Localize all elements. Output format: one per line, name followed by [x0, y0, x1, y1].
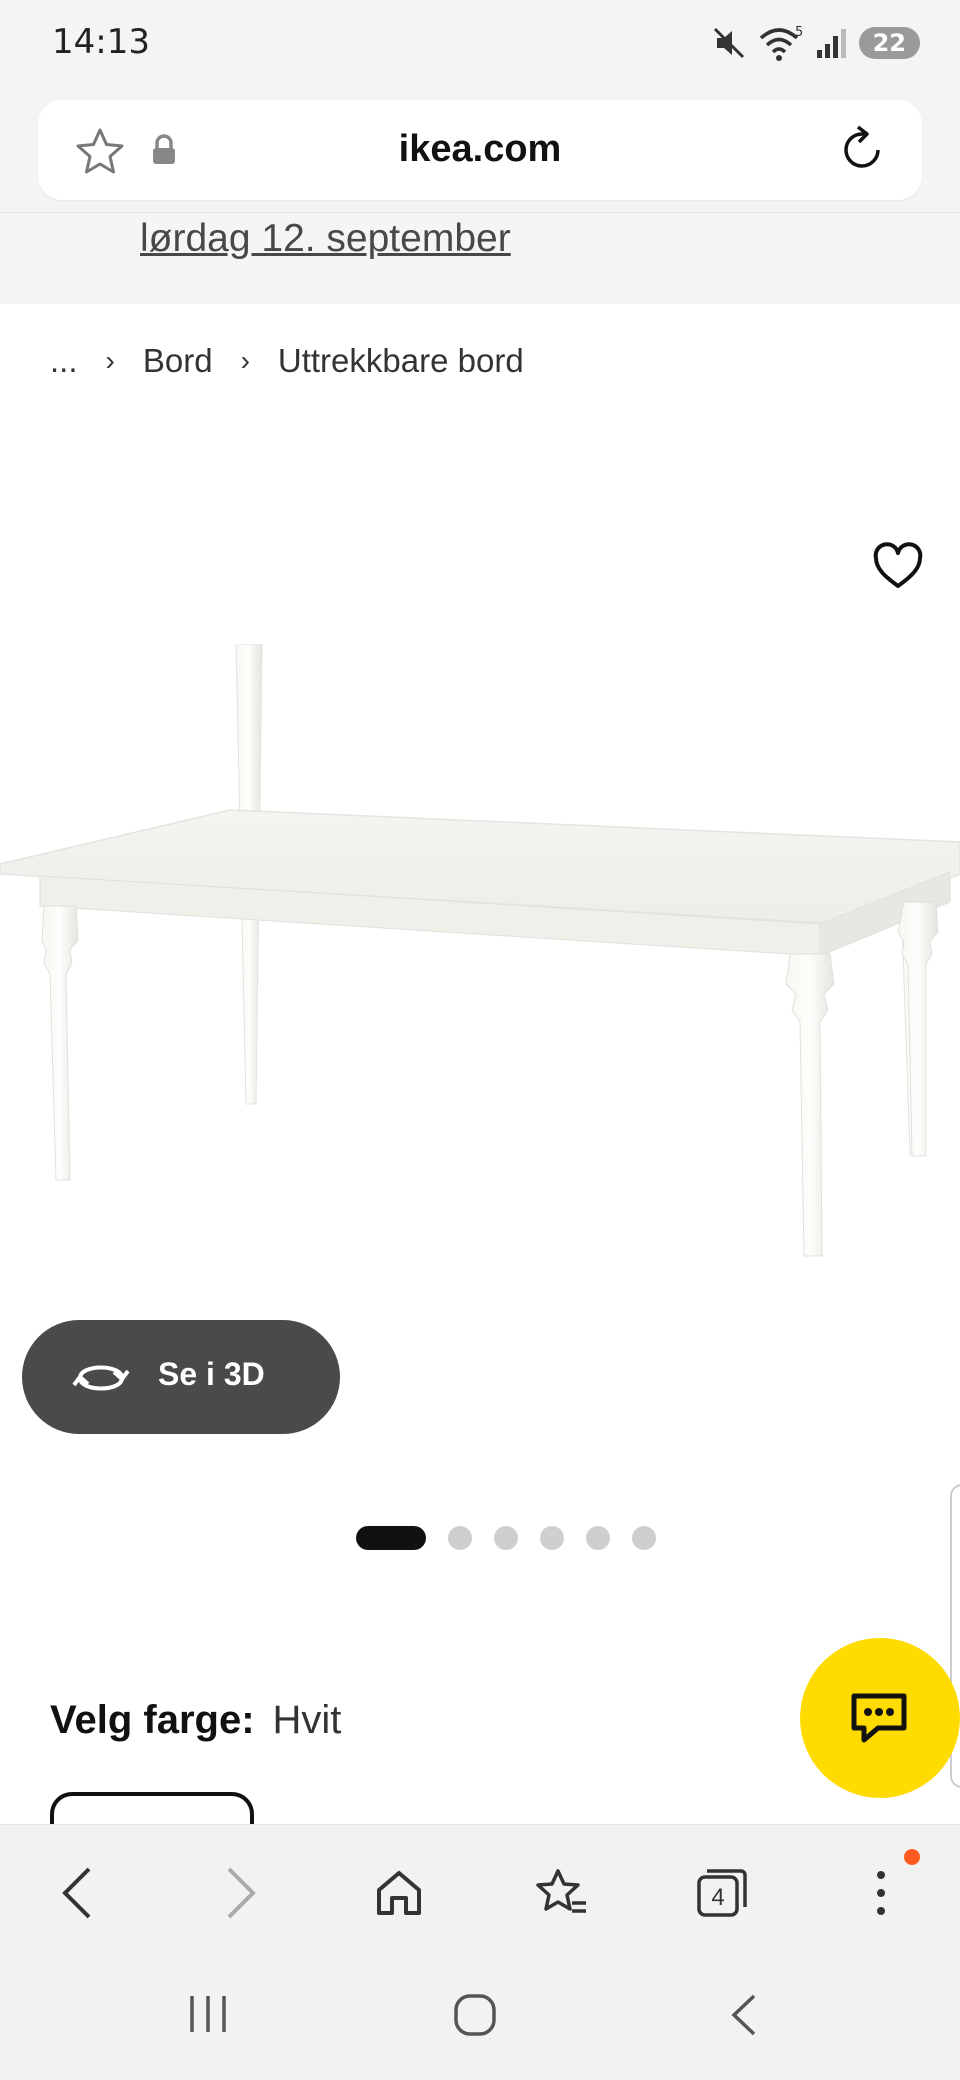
- tabs-count: 4: [711, 1884, 724, 1911]
- carousel-dot-active[interactable]: [356, 1526, 426, 1550]
- tabs-icon: 4: [697, 1869, 747, 1917]
- tabs-button[interactable]: 4: [686, 1863, 756, 1923]
- chat-icon: [851, 1693, 907, 1743]
- more-menu-button[interactable]: [846, 1863, 916, 1923]
- view-3d-label: Se i 3D: [158, 1356, 265, 1392]
- network-type: 5: [795, 25, 803, 40]
- heart-icon[interactable]: [872, 542, 924, 590]
- color-label: Velg farge:: [50, 1698, 255, 1742]
- product-image[interactable]: [0, 644, 960, 1284]
- reload-icon[interactable]: [834, 122, 890, 178]
- rotate-3d-icon: [72, 1365, 130, 1391]
- chevron-right-icon: ›: [105, 345, 115, 376]
- status-bar: 14:13 5 22: [0, 0, 960, 92]
- delivery-date-link[interactable]: lørdag 12. september: [140, 217, 511, 261]
- back-button[interactable]: [42, 1863, 112, 1923]
- forward-button[interactable]: [206, 1863, 276, 1923]
- bookmarks-button[interactable]: [526, 1863, 596, 1923]
- home-button[interactable]: [364, 1863, 434, 1923]
- system-navigation-bar: [0, 1956, 960, 2080]
- carousel-dot[interactable]: [632, 1526, 656, 1550]
- recent-apps-icon[interactable]: [186, 1992, 230, 2036]
- url-bar[interactable]: ikea.com: [38, 100, 922, 200]
- url-text[interactable]: ikea.com: [38, 128, 922, 171]
- color-selector-heading: Velg farge: Hvit: [50, 1698, 341, 1743]
- breadcrumb-item-uttrekkbare-bord[interactable]: Uttrekkbare bord: [278, 342, 524, 380]
- browser-toolbar: 4: [0, 1824, 960, 1957]
- signal-icon: [816, 29, 846, 58]
- system-back-icon[interactable]: [728, 1992, 760, 2038]
- chevron-left-icon: [62, 1867, 91, 1919]
- status-icons: 5 22: [711, 24, 920, 62]
- breadcrumb-ellipsis[interactable]: ...: [50, 342, 78, 380]
- status-time: 14:13: [52, 22, 150, 62]
- image-carousel-indicator: [356, 1526, 656, 1550]
- battery-indicator: 22: [858, 27, 920, 59]
- mute-icon: [713, 27, 744, 59]
- breadcrumb-item-bord[interactable]: Bord: [143, 342, 213, 380]
- color-value: Hvit: [272, 1698, 342, 1742]
- more-vertical-icon: [877, 1871, 885, 1915]
- wifi-icon: 5: [759, 25, 803, 61]
- breadcrumb: ... › Bord › Uttrekkbare bord: [50, 342, 524, 380]
- view-3d-button[interactable]: Se i 3D: [22, 1320, 340, 1434]
- home-circle-icon[interactable]: [452, 1992, 498, 2038]
- carousel-dot[interactable]: [494, 1526, 518, 1550]
- carousel-dot[interactable]: [540, 1526, 564, 1550]
- home-icon: [377, 1871, 421, 1915]
- chevron-right-icon: [227, 1867, 256, 1919]
- notification-dot: [904, 1849, 920, 1865]
- chat-button[interactable]: [800, 1638, 960, 1798]
- carousel-dot[interactable]: [586, 1526, 610, 1550]
- delivery-strip: lørdag 12. september: [0, 212, 960, 305]
- carousel-dot[interactable]: [448, 1526, 472, 1550]
- chevron-right-icon: ›: [240, 345, 250, 376]
- product-page: ... › Bord › Uttrekkbare bord Se i 3D Ve…: [0, 304, 960, 1856]
- bookmark-star-icon: [536, 1869, 586, 1913]
